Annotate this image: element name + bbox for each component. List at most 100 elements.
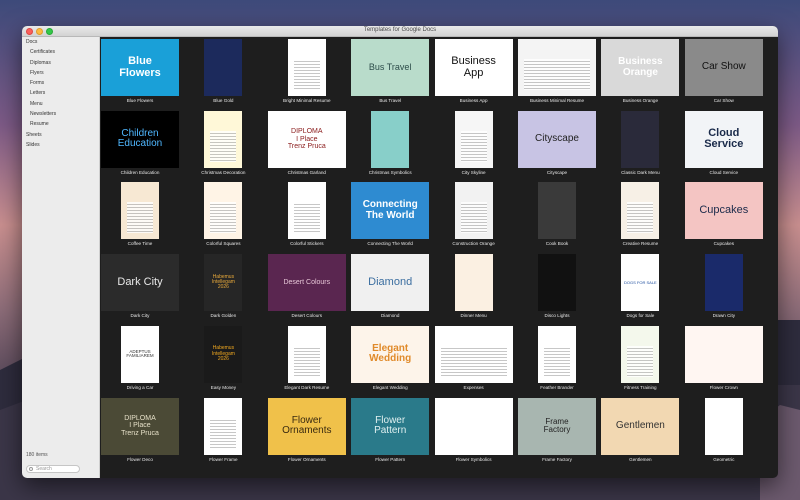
- sidebar-item-menu[interactable]: Menu: [22, 99, 99, 109]
- template-gentlemen[interactable]: Gentlemen Gentlemen: [601, 397, 681, 469]
- template-thumbnail[interactable]: Habemus Intellegam 2026: [204, 325, 243, 383]
- template-thumbnail[interactable]: [518, 39, 596, 96]
- template-thumbnail[interactable]: [434, 397, 513, 455]
- template-thumbnail[interactable]: Cupcakes: [684, 182, 763, 240]
- search-field[interactable]: Search: [26, 465, 80, 473]
- template-thumbnail[interactable]: Cloud Service: [684, 110, 763, 168]
- template-cityscape[interactable]: Cityscape Cityscape: [518, 110, 598, 182]
- template-thumbnail[interactable]: Frame Factory: [518, 397, 596, 455]
- sidebar-item-flyers[interactable]: Flyers: [22, 68, 99, 78]
- template-frame-factory[interactable]: Frame Factory Frame Factory: [518, 397, 598, 469]
- template-thumbnail[interactable]: [204, 397, 243, 455]
- template-flower-ornaments[interactable]: Flower Ornaments Flower Ornaments: [267, 397, 348, 469]
- template-connecting-the-world[interactable]: Connecting The World Connecting The World: [351, 181, 431, 253]
- template-thumbnail[interactable]: Connecting The World: [351, 182, 430, 240]
- template-thumbnail[interactable]: Children Education: [101, 110, 179, 168]
- template-construction-orange[interactable]: Construction Orange: [435, 181, 515, 253]
- template-cook-book[interactable]: Cook Book: [518, 181, 598, 253]
- template-drawn-city[interactable]: Drawn City: [685, 253, 765, 325]
- template-blue-flowers[interactable]: Blue Flowers Blue Flowers: [101, 38, 181, 110]
- template-dogs-for-sale[interactable]: DOGS FOR SALE Dogs for Sale: [601, 253, 681, 325]
- template-thumbnail[interactable]: Bus Travel: [351, 39, 430, 96]
- sidebar-item-forms[interactable]: Forms: [22, 78, 99, 88]
- sidebar-item-resume[interactable]: Resume: [22, 119, 99, 129]
- template-bus-travel[interactable]: Bus Travel Bus Travel: [351, 38, 431, 110]
- sidebar-item-diplomas[interactable]: Diplomas: [22, 58, 99, 68]
- template-thumbnail[interactable]: Flower Pattern: [351, 397, 430, 455]
- template-cloud-service[interactable]: Cloud Service Cloud Service: [684, 110, 765, 182]
- sidebar-item-certificates[interactable]: Certificates: [22, 47, 99, 57]
- template-driving-a-car[interactable]: ADEPTUS FAMILIAREM Driving a Car: [101, 325, 181, 397]
- template-thumbnail[interactable]: [454, 254, 493, 312]
- template-car-show[interactable]: Car Show Car Show: [684, 38, 765, 110]
- template-elegant-wedding[interactable]: Elegant Wedding Elegant Wedding: [351, 325, 431, 397]
- template-thumbnail[interactable]: Flower Ornaments: [267, 397, 346, 455]
- template-easy-money[interactable]: Habemus Intellegam 2026 Easy Money: [184, 325, 264, 397]
- template-thumbnail[interactable]: Cityscape: [518, 110, 596, 168]
- template-bright-minimal-resume[interactable]: Bright Minimal Resume: [268, 38, 348, 110]
- template-flower-crown[interactable]: Flower Crown: [684, 325, 765, 397]
- template-dark-city[interactable]: Dark City Dark City: [101, 253, 181, 325]
- template-thumbnail[interactable]: Dark City: [101, 254, 179, 312]
- template-geometric[interactable]: Geometric: [685, 397, 765, 469]
- template-blue-gold[interactable]: Blue Gold: [184, 38, 264, 110]
- template-christmas-garland[interactable]: DIPLOMA I Place Trenz Pruca Christmas Gar…: [267, 110, 348, 182]
- sidebar-item-sheets[interactable]: Sheets: [22, 130, 99, 140]
- template-thumbnail[interactable]: [621, 325, 660, 383]
- sidebar-item-slides[interactable]: Slides: [22, 140, 99, 150]
- template-flower-symbolics[interactable]: Flower Symbolics: [434, 397, 515, 469]
- template-thumbnail[interactable]: Gentlemen: [601, 397, 680, 455]
- template-coffee-time[interactable]: Coffee Time: [101, 181, 181, 253]
- template-thumbnail[interactable]: [454, 182, 493, 240]
- template-children-education[interactable]: Children Education Children Education: [101, 110, 181, 182]
- template-business-orange[interactable]: Business Orange Business Orange: [601, 38, 681, 110]
- template-elegant-dark-resume[interactable]: Elegant Dark Resume: [268, 325, 348, 397]
- template-thumbnail[interactable]: [454, 110, 493, 168]
- template-thumbnail[interactable]: DIPLOMA I Place Trenz Pruca: [101, 397, 179, 455]
- template-thumbnail[interactable]: [538, 325, 576, 383]
- title-bar[interactable]: Templates for Google Docs: [22, 26, 778, 37]
- template-thumbnail[interactable]: Desert Colours: [267, 254, 346, 312]
- template-christmas-decoration[interactable]: Christmas Decoration: [184, 110, 264, 182]
- template-thumbnail[interactable]: [621, 110, 660, 168]
- template-thumbnail[interactable]: [204, 39, 243, 96]
- template-thumbnail[interactable]: Elegant Wedding: [351, 325, 430, 383]
- template-thumbnail[interactable]: [538, 182, 576, 240]
- template-thumbnail[interactable]: [287, 325, 326, 383]
- template-disco-lights[interactable]: Disco Lights: [518, 253, 598, 325]
- template-thumbnail[interactable]: [434, 325, 513, 383]
- template-business-app[interactable]: Business App Business App: [434, 38, 515, 110]
- template-christmas-symbolics[interactable]: Christmas Symbolics: [351, 110, 431, 182]
- template-creative-resume[interactable]: Creative Resume: [601, 181, 681, 253]
- template-thumbnail[interactable]: [204, 182, 243, 240]
- template-thumbnail[interactable]: [204, 110, 243, 168]
- sidebar-item-newsletters[interactable]: Newsletters: [22, 109, 99, 119]
- template-thumbnail[interactable]: Blue Flowers: [101, 39, 179, 96]
- sidebar-item-letters[interactable]: Letters: [22, 88, 99, 98]
- template-cupcakes[interactable]: Cupcakes Cupcakes: [684, 181, 765, 253]
- template-thumbnail[interactable]: DIPLOMA I Place Trenz Pruca: [267, 110, 346, 168]
- template-feather-brander[interactable]: Feather Brander: [518, 325, 598, 397]
- template-dark-golden[interactable]: Habemus Intellegam 2026 Dark Golden: [184, 253, 264, 325]
- template-thumbnail[interactable]: [121, 182, 159, 240]
- template-thumbnail[interactable]: [684, 325, 763, 383]
- template-business-minimal-resume[interactable]: Business Minimal Resume: [518, 38, 598, 110]
- template-expenses[interactable]: Expenses: [434, 325, 515, 397]
- template-flower-frame[interactable]: Flower Frame: [184, 397, 264, 469]
- template-thumbnail[interactable]: Car Show: [684, 39, 763, 96]
- template-desert-colours[interactable]: Desert Colours Desert Colours: [267, 253, 348, 325]
- template-thumbnail[interactable]: [538, 254, 576, 312]
- template-colorful-squares[interactable]: Colorful Squares: [184, 181, 264, 253]
- template-thumbnail[interactable]: [287, 39, 326, 96]
- template-dinner-menu[interactable]: Dinner Menu: [435, 253, 515, 325]
- template-thumbnail[interactable]: DOGS FOR SALE: [621, 254, 660, 312]
- template-thumbnail[interactable]: Habemus Intellegam 2026: [204, 254, 243, 312]
- template-thumbnail[interactable]: Business App: [434, 39, 513, 96]
- template-fitness-training[interactable]: Fitness Training: [601, 325, 681, 397]
- template-city-skyline[interactable]: City Skyline: [435, 110, 515, 182]
- template-flower-pattern[interactable]: Flower Pattern Flower Pattern: [351, 397, 431, 469]
- template-classic-dark-menu[interactable]: Classic Dark Menu: [601, 110, 681, 182]
- template-thumbnail[interactable]: Business Orange: [601, 39, 680, 96]
- template-thumbnail[interactable]: [371, 110, 410, 168]
- template-colorful-stickers[interactable]: Colorful Stickers: [268, 181, 348, 253]
